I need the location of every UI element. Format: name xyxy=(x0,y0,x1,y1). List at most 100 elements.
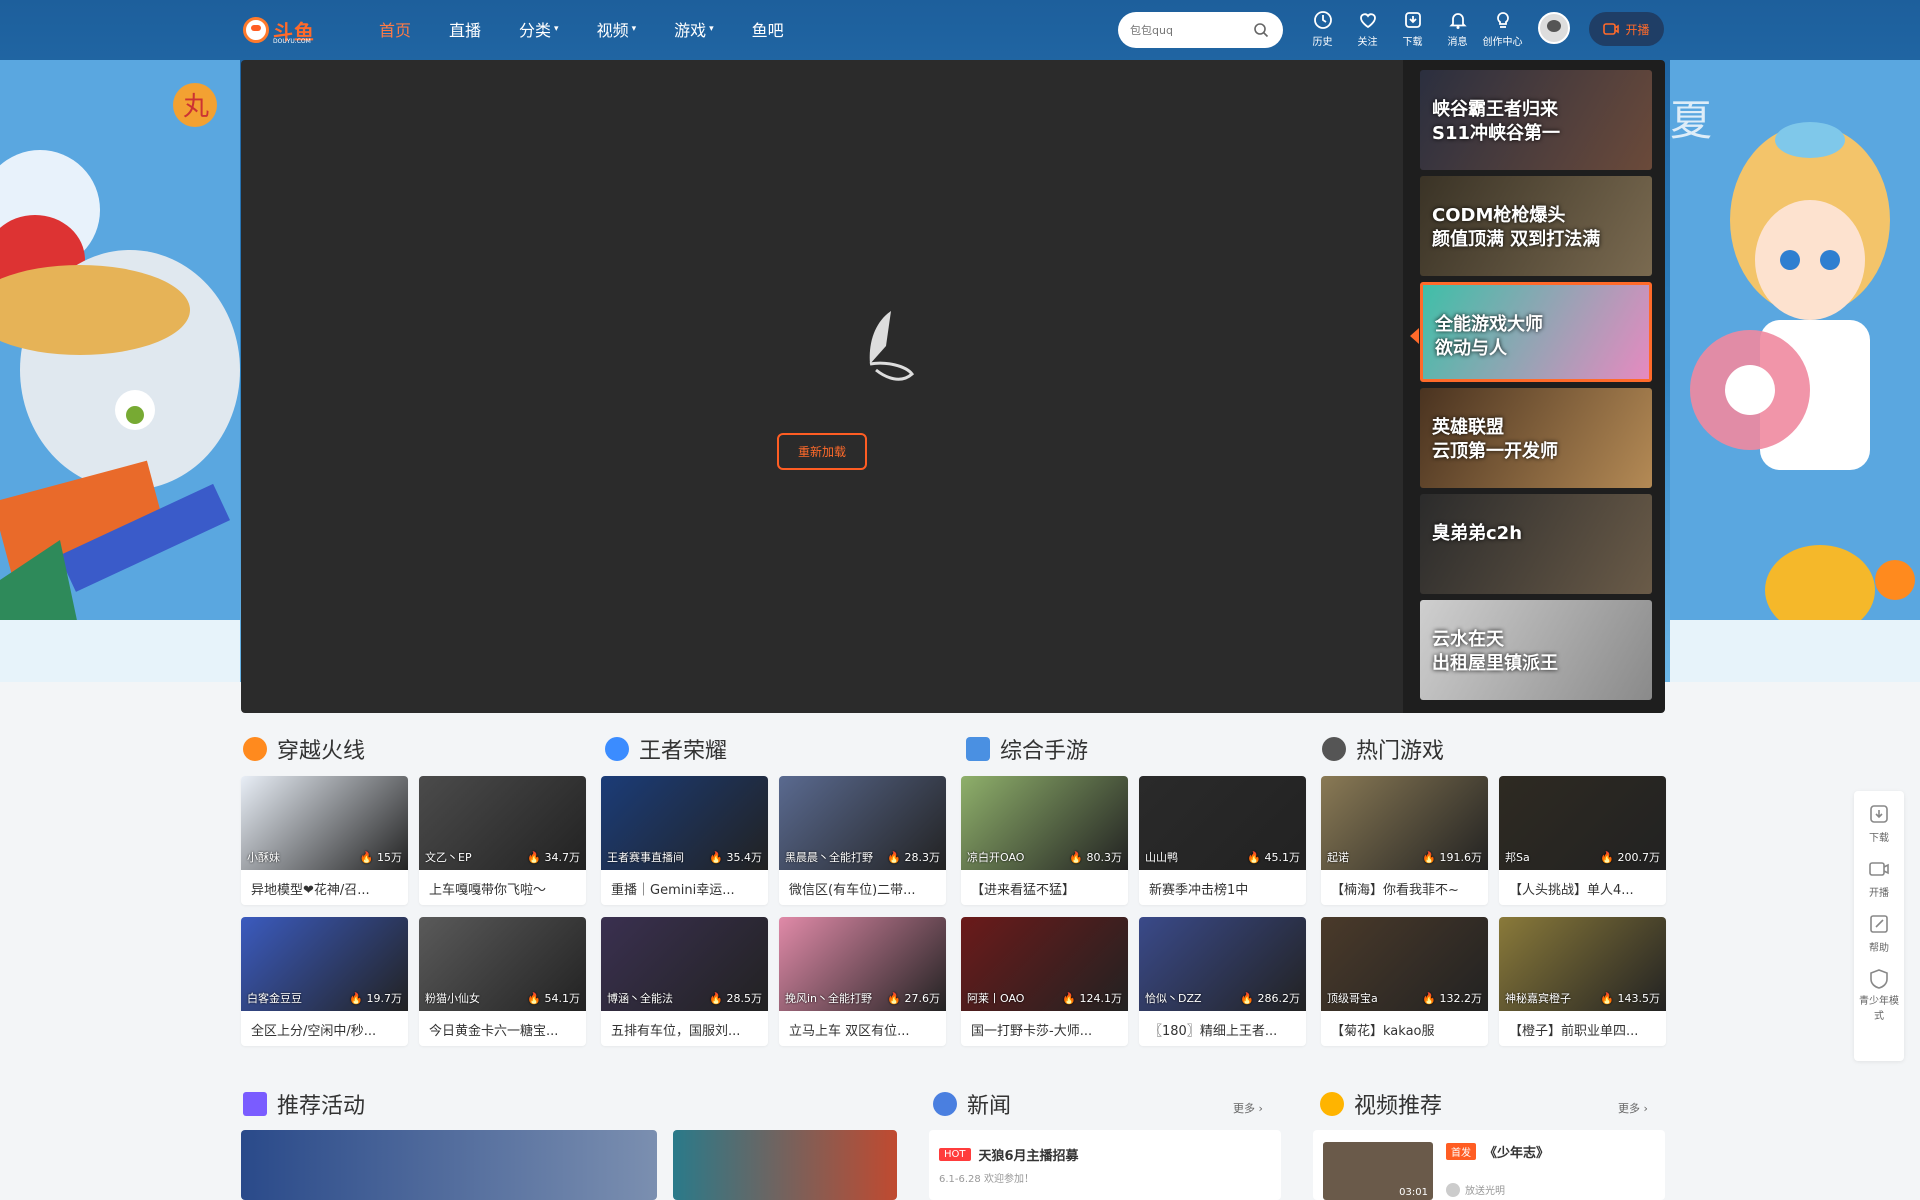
hot-game-icon xyxy=(1322,737,1346,761)
news-item[interactable]: HOT 天狼6月主播招募 xyxy=(939,1145,1271,1164)
fire-icon: 🔥 xyxy=(1069,851,1083,864)
stream-thumbnail[interactable]: 神秘嘉宾橙子 🔥 143.5万 xyxy=(1499,917,1666,1011)
popularity: 🔥 15万 xyxy=(360,849,402,865)
stream-thumbnail[interactable]: 山山鸭 🔥 45.1万 xyxy=(1139,776,1306,870)
video-author: 放送光明 xyxy=(1446,1182,1505,1197)
stream-title[interactable]: 全区上分/空闲中/秒... xyxy=(241,1011,408,1046)
stream-card[interactable]: 小酥妹 🔥 15万 异地模型❤花神/召... xyxy=(241,776,408,905)
stream-title[interactable]: 微信区(有车位)二带... xyxy=(779,870,946,905)
stream-title[interactable]: 新赛季冲击榜1中 xyxy=(1139,870,1306,905)
stream-title[interactable]: 【人头挑战】单人4... xyxy=(1499,870,1666,905)
stream-thumbnail[interactable]: 邦Sa 🔥 200.7万 xyxy=(1499,776,1666,870)
video-more-link[interactable]: 更多 › xyxy=(1618,1100,1648,1116)
stream-thumbnail[interactable]: 挽风in丶全能打野 🔥 27.6万 xyxy=(779,917,946,1011)
popularity-value: 124.1万 xyxy=(1079,992,1123,1005)
activity-banner-1[interactable] xyxy=(241,1130,657,1200)
nav-video[interactable]: 视频 ▾ xyxy=(597,17,637,41)
popularity: 🔥 19.7万 xyxy=(349,990,402,1006)
stream-card[interactable]: 凉白开OAO 🔥 80.3万 【进来看猛不猛】 xyxy=(961,776,1128,905)
stream-thumbnail[interactable]: 王者赛事直播间 🔥 35.4万 xyxy=(601,776,768,870)
stream-card[interactable]: 黑晨晨丶全能打野 🔥 28.3万 微信区(有车位)二带... xyxy=(779,776,946,905)
recommend-item-title: 臭弟弟c2h xyxy=(1432,523,1523,544)
download-button[interactable]: 下载 xyxy=(1390,10,1435,48)
stream-title[interactable]: 【楠海】你看我菲不~ xyxy=(1321,870,1488,905)
side-help[interactable]: 帮助 xyxy=(1868,913,1890,954)
stream-thumbnail[interactable]: 黑晨晨丶全能打野 🔥 28.3万 xyxy=(779,776,946,870)
stream-thumbnail[interactable]: 白客金豆豆 🔥 19.7万 xyxy=(241,917,408,1011)
stream-thumbnail[interactable]: 文乙丶EP 🔥 34.7万 xyxy=(419,776,586,870)
video-thumb[interactable]: 03:01 xyxy=(1323,1142,1433,1200)
stream-card[interactable]: 阿莱丨OAO 🔥 124.1万 国一打野卡莎-大师... xyxy=(961,917,1128,1046)
stream-thumbnail[interactable]: 小酥妹 🔥 15万 xyxy=(241,776,408,870)
stream-title[interactable]: 异地模型❤花神/召... xyxy=(241,870,408,905)
section-mobile[interactable]: 综合手游 xyxy=(966,733,1088,765)
recommend-item[interactable]: 英雄联盟 云顶第一开发师 xyxy=(1420,388,1652,488)
stream-thumbnail[interactable]: 阿莱丨OAO 🔥 124.1万 xyxy=(961,917,1128,1011)
creator-button[interactable]: 创作中心 xyxy=(1480,10,1525,48)
stream-thumbnail[interactable]: 粉猫小仙女 🔥 54.1万 xyxy=(419,917,586,1011)
stream-title[interactable]: 【进来看猛不猛】 xyxy=(961,870,1128,905)
stream-card[interactable]: 起诺 🔥 191.6万 【楠海】你看我菲不~ xyxy=(1321,776,1488,905)
stream-thumbnail[interactable]: 博涵丶全能法 🔥 28.5万 xyxy=(601,917,768,1011)
nav-category[interactable]: 分类 ▾ xyxy=(519,17,559,41)
stream-thumbnail[interactable]: 凉白开OAO 🔥 80.3万 xyxy=(961,776,1128,870)
stream-card[interactable]: 粉猫小仙女 🔥 54.1万 今日黄金卡六一糖宝... xyxy=(419,917,586,1046)
section-wzry[interactable]: 王者荣耀 xyxy=(605,733,727,765)
stream-card[interactable]: 王者赛事直播间 🔥 35.4万 重播｜Gemini幸运... xyxy=(601,776,768,905)
nav-games[interactable]: 游戏 ▾ xyxy=(674,17,714,41)
start-live-button[interactable]: 开播 xyxy=(1589,12,1664,46)
stream-thumbnail[interactable]: 恰似丶DZZ 🔥 286.2万 xyxy=(1139,917,1306,1011)
video-item-title-row[interactable]: 首发 《少年志》 xyxy=(1446,1142,1549,1161)
nav-live[interactable]: 直播 xyxy=(449,17,481,41)
section-hot[interactable]: 热门游戏 xyxy=(1322,733,1444,765)
stream-card[interactable]: 恰似丶DZZ 🔥 286.2万 〖180〗精细上王者... xyxy=(1139,917,1306,1046)
stream-card[interactable]: 邦Sa 🔥 200.7万 【人头挑战】单人4... xyxy=(1499,776,1666,905)
video-player[interactable]: 重新加载 xyxy=(241,60,1403,713)
stream-title[interactable]: 【橙子】前职业单四... xyxy=(1499,1011,1666,1046)
activity-banner-2[interactable] xyxy=(673,1130,897,1200)
follow-label: 关注 xyxy=(1357,37,1378,48)
douyu-logo[interactable]: 斗鱼 DOUYU.COM xyxy=(243,14,323,46)
shield-icon xyxy=(1870,969,1888,989)
history-button[interactable]: 历史 xyxy=(1300,10,1345,48)
stream-card[interactable]: 山山鸭 🔥 45.1万 新赛季冲击榜1中 xyxy=(1139,776,1306,905)
stream-title[interactable]: 〖180〗精细上王者... xyxy=(1139,1011,1306,1046)
message-button[interactable]: 消息 xyxy=(1435,10,1480,48)
recommend-item[interactable]: CODM枪枪爆头 颜值顶满 双到打法满 xyxy=(1420,176,1652,276)
recommend-item[interactable]: 全能游戏大师 欲动与人 xyxy=(1420,282,1652,382)
stream-card[interactable]: 挽风in丶全能打野 🔥 27.6万 立马上车 双区有位... xyxy=(779,917,946,1046)
stream-card[interactable]: 文乙丶EP 🔥 34.7万 上车嘎嘎带你飞啦～ xyxy=(419,776,586,905)
search-icon[interactable] xyxy=(1253,22,1269,38)
top-icon-group: 历史 关注 下载 消息 创作中心 xyxy=(1300,10,1525,48)
avatar[interactable] xyxy=(1538,12,1570,44)
stream-thumbnail[interactable]: 起诺 🔥 191.6万 xyxy=(1321,776,1488,870)
recommend-item[interactable]: 峡谷霸王者归来 S11冲峡谷第一 xyxy=(1420,70,1652,170)
stream-title[interactable]: 重播｜Gemini幸运... xyxy=(601,870,768,905)
side-live[interactable]: 开播 xyxy=(1868,858,1890,899)
side-help-label: 帮助 xyxy=(1869,943,1889,954)
recommend-item[interactable]: 臭弟弟c2h xyxy=(1420,494,1652,594)
nav-home[interactable]: 首页 xyxy=(379,17,411,41)
side-download[interactable]: 下载 xyxy=(1868,803,1890,844)
stream-title[interactable]: 国一打野卡莎-大师... xyxy=(961,1011,1128,1046)
news-more-link[interactable]: 更多 › xyxy=(1233,1100,1263,1116)
stream-card[interactable]: 神秘嘉宾橙子 🔥 143.5万 【橙子】前职业单四... xyxy=(1499,917,1666,1046)
stream-card[interactable]: 顶级哥宝a 🔥 132.2万 【菊花】kakao服 xyxy=(1321,917,1488,1046)
stream-card[interactable]: 白客金豆豆 🔥 19.7万 全区上分/空闲中/秒... xyxy=(241,917,408,1046)
stream-title[interactable]: 立马上车 双区有位... xyxy=(779,1011,946,1046)
stream-card[interactable]: 博涵丶全能法 🔥 28.5万 五排有车位，国服刘... xyxy=(601,917,768,1046)
stream-title[interactable]: 【菊花】kakao服 xyxy=(1321,1011,1488,1046)
search-input[interactable] xyxy=(1130,23,1240,37)
nav-fishbar[interactable]: 鱼吧 xyxy=(752,17,784,41)
stream-title[interactable]: 今日黄金卡六一糖宝... xyxy=(419,1011,586,1046)
stream-title[interactable]: 五排有车位，国服刘... xyxy=(601,1011,768,1046)
stream-thumbnail[interactable]: 顶级哥宝a 🔥 132.2万 xyxy=(1321,917,1488,1011)
stream-title[interactable]: 上车嘎嘎带你飞啦～ xyxy=(419,870,586,905)
follow-button[interactable]: 关注 xyxy=(1345,10,1390,48)
section-cf[interactable]: 穿越火线 xyxy=(243,733,365,765)
side-teen-mode[interactable]: 青少年模式 xyxy=(1859,968,1899,1024)
recommend-item-title: CODM枪枪爆头 颜值顶满 双到打法满 xyxy=(1432,205,1601,250)
recommend-item[interactable]: 云水在天 出租屋里镇派王 xyxy=(1420,600,1652,700)
popularity: 🔥 34.7万 xyxy=(527,849,580,865)
reload-button[interactable]: 重新加载 xyxy=(777,433,867,470)
